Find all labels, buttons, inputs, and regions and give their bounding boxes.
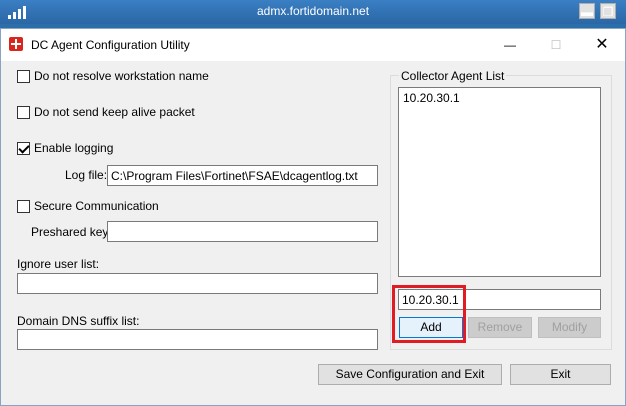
exit-button[interactable]: Exit (510, 364, 611, 385)
remove-button[interactable]: Remove (468, 317, 532, 338)
no-resolve-label: Do not resolve workstation name (34, 69, 209, 83)
secure-comm-checkbox[interactable] (17, 200, 30, 213)
log-file-label: Log file: (65, 168, 108, 182)
collector-agent-list[interactable]: 10.20.30.1 (398, 87, 601, 277)
ignore-user-list-field[interactable] (17, 273, 378, 294)
save-and-exit-button[interactable]: Save Configuration and Exit (318, 364, 502, 385)
ignore-user-list-label: Ignore user list: (17, 257, 100, 271)
window-maximize-button: ☐ (550, 38, 562, 52)
restore-icon[interactable]: ❐ (600, 3, 616, 19)
modify-button[interactable]: Modify (538, 317, 601, 338)
no-keepalive-checkbox[interactable] (17, 106, 30, 119)
dns-suffix-field[interactable] (17, 329, 378, 350)
remote-host-title: admx.fortidomain.net (256, 4, 370, 18)
collector-agent-title: Collector Agent List (399, 69, 507, 83)
minimize-icon[interactable]: ▬ (579, 3, 595, 19)
add-highlight-box (392, 285, 466, 343)
dc-agent-window: DC Agent Configuration Utility — ☐ ✕ Do … (0, 28, 626, 406)
window-title: DC Agent Configuration Utility (31, 38, 190, 52)
enable-logging-label: Enable logging (34, 141, 114, 155)
no-keepalive-label: Do not send keep alive packet (34, 105, 195, 119)
window-minimize-button[interactable]: — (487, 33, 533, 57)
window-close-button[interactable]: ✕ (579, 33, 625, 57)
no-resolve-checkbox[interactable] (17, 70, 30, 83)
secure-comm-label: Secure Communication (34, 199, 159, 213)
fortinet-app-icon (9, 37, 23, 51)
preshared-key-field[interactable] (107, 221, 378, 242)
preshared-key-label: Preshared key: (31, 225, 112, 239)
title-bar: DC Agent Configuration Utility — ☐ ✕ (1, 29, 625, 61)
dns-suffix-label: Domain DNS suffix list: (17, 314, 140, 328)
list-item[interactable]: 10.20.30.1 (403, 91, 596, 105)
remote-session-bar: admx.fortidomain.net ▬ ❐ (0, 0, 626, 24)
enable-logging-checkbox[interactable] (17, 142, 30, 155)
log-file-field[interactable]: C:\Program Files\Fortinet\FSAE\dcagentlo… (107, 165, 378, 186)
